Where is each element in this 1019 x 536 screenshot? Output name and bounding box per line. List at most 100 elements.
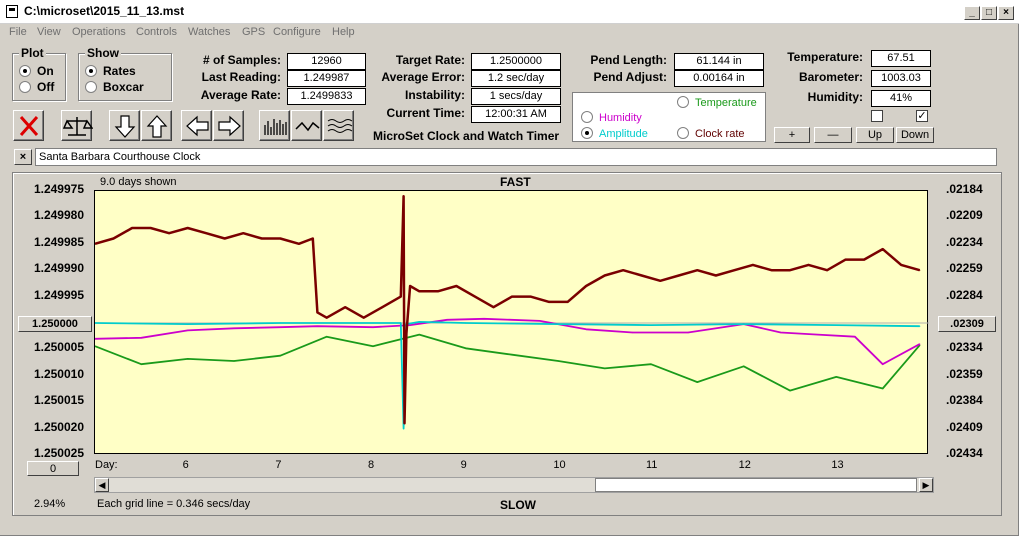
scroll-thumb[interactable]	[595, 478, 917, 492]
scroll-right-icon[interactable]: ▶	[919, 478, 933, 492]
clock-close-button[interactable]: ×	[14, 149, 32, 165]
menu-configure[interactable]: Configure	[273, 26, 321, 38]
menu-watches[interactable]: Watches	[188, 26, 230, 38]
minus-button[interactable]: —	[814, 127, 852, 143]
data-point-temperature	[604, 367, 606, 369]
center-rate-button[interactable]: 1.250000	[18, 316, 92, 332]
menu-file[interactable]: File	[9, 26, 27, 38]
left-arrow-button[interactable]	[181, 110, 212, 141]
radio-selected-icon[interactable]	[19, 65, 31, 77]
app-name: MicroSet Clock and Watch Timer	[373, 129, 560, 143]
plot-area[interactable]	[94, 190, 929, 454]
plot-group: Plot On Off	[12, 46, 66, 101]
right-checkbox[interactable]: ✓	[916, 110, 928, 122]
data-point-clock-rate	[150, 227, 152, 229]
data-point-humidity	[882, 363, 884, 365]
data-point-clock-rate	[131, 227, 133, 229]
menu-gps[interactable]: GPS	[242, 26, 265, 38]
radio-selected-icon[interactable]	[85, 65, 97, 77]
temperature-label: Temperature:	[787, 50, 863, 64]
right-axis-tick-label: .02434	[946, 446, 983, 460]
data-point-clock-rate	[455, 285, 457, 287]
plot-off-radio[interactable]: Off	[19, 80, 54, 94]
slow-label: SLOW	[500, 498, 536, 512]
down-arrow-button[interactable]	[109, 110, 140, 141]
left-axis-tick-label: 1.250020	[33, 419, 84, 434]
left-axis-tick-label: 1.250005	[33, 340, 84, 355]
data-point-clock-rate	[604, 274, 606, 277]
data-point-temperature	[372, 345, 374, 347]
multi-wave-button[interactable]	[323, 110, 354, 141]
wave-icon	[295, 121, 320, 132]
data-point-humidity	[279, 326, 281, 328]
right-axis-tick-label: .02234	[946, 234, 983, 249]
clock-rate-trace-radio[interactable]: Clock rate	[677, 127, 745, 140]
down-button[interactable]: Down	[896, 127, 934, 143]
data-point-amplitude	[465, 322, 467, 324]
horizontal-scrollbar[interactable]: ◀ ▶	[94, 477, 934, 493]
wave-button[interactable]	[291, 110, 322, 141]
stop-button[interactable]	[13, 110, 44, 141]
show-rates-radio[interactable]: Rates	[85, 64, 136, 78]
amplitude-trace-radio[interactable]: Amplitude	[581, 127, 648, 140]
menu-operations[interactable]: Operations	[72, 26, 126, 38]
left-axis-tick-label: 1.250010	[33, 366, 84, 381]
radio-selected-icon[interactable]	[581, 127, 593, 139]
humidity-trace-radio[interactable]: Humidity	[581, 111, 642, 124]
right-arrow-button[interactable]	[213, 110, 244, 141]
app-icon[interactable]	[6, 5, 18, 18]
scroll-left-icon[interactable]: ◀	[95, 478, 109, 492]
plot-on-label: On	[37, 64, 54, 78]
bar-graph-button[interactable]	[259, 110, 290, 141]
data-point-clock-rate	[403, 422, 406, 424]
data-point-temperature	[187, 358, 189, 360]
data-point-clock-rate	[474, 296, 476, 298]
data-point-clock-rate	[112, 237, 115, 240]
data-point-clock-rate	[261, 237, 263, 240]
plot-on-radio[interactable]: On	[19, 64, 54, 78]
left-checkbox[interactable]	[871, 110, 883, 122]
plus-button[interactable]: +	[774, 127, 810, 143]
data-point-clock-rate	[168, 232, 170, 234]
minimize-button[interactable]: _	[964, 6, 980, 20]
clock-name-field[interactable]: Santa Barbara Courthouse Clock	[35, 148, 997, 166]
data-point-humidity	[817, 334, 819, 336]
up-button[interactable]: Up	[856, 127, 894, 143]
close-window-button[interactable]: ×	[998, 6, 1014, 20]
zero-button[interactable]: 0	[27, 461, 79, 476]
maximize-button[interactable]: □	[981, 6, 997, 20]
right-axis-tick-label: .02384	[946, 393, 983, 408]
radio-unselected-icon[interactable]	[581, 111, 593, 123]
calibrate-button[interactable]	[61, 110, 93, 141]
pend-adjust-field[interactable]: 0.00164 in	[674, 70, 764, 87]
show-boxcar-radio[interactable]: Boxcar	[85, 80, 144, 94]
data-point-clock-rate	[789, 269, 791, 271]
series-line-humidity	[94, 317, 921, 366]
menu-help[interactable]: Help	[332, 26, 355, 38]
left-axis-tick-label: 1.249975	[33, 182, 84, 196]
radio-unselected-icon[interactable]	[677, 96, 689, 108]
menu-view[interactable]: View	[37, 26, 61, 38]
data-point-clock-rate	[752, 264, 754, 266]
data-point-clock-rate	[715, 274, 717, 277]
humidity-field: 41%	[871, 90, 931, 107]
data-point-temperature	[233, 360, 235, 362]
humidity-label: Humidity:	[807, 90, 863, 104]
rate-chart	[94, 195, 929, 430]
center-amplitude-button[interactable]: .02309	[938, 316, 996, 332]
data-point-clock-rate	[224, 237, 226, 240]
day-tick-label: 7	[275, 459, 282, 471]
radio-unselected-icon[interactable]	[85, 81, 97, 93]
data-point-clock-rate	[511, 296, 513, 298]
data-point-clock-rate	[205, 232, 207, 234]
data-point-clock-rate	[363, 317, 365, 319]
current-time-label: Current Time:	[386, 106, 465, 120]
temperature-trace-radio[interactable]: Temperature	[677, 96, 757, 109]
radio-unselected-icon[interactable]	[677, 127, 689, 139]
menu-controls[interactable]: Controls	[136, 26, 177, 38]
radio-unselected-icon[interactable]	[19, 81, 31, 93]
title-bar[interactable]: C:\microset\2015_11_13.mst _ □ ×	[0, 0, 1019, 24]
data-point-temperature	[696, 381, 698, 383]
plot-off-label: Off	[37, 80, 55, 94]
up-arrow-button[interactable]	[141, 110, 172, 141]
